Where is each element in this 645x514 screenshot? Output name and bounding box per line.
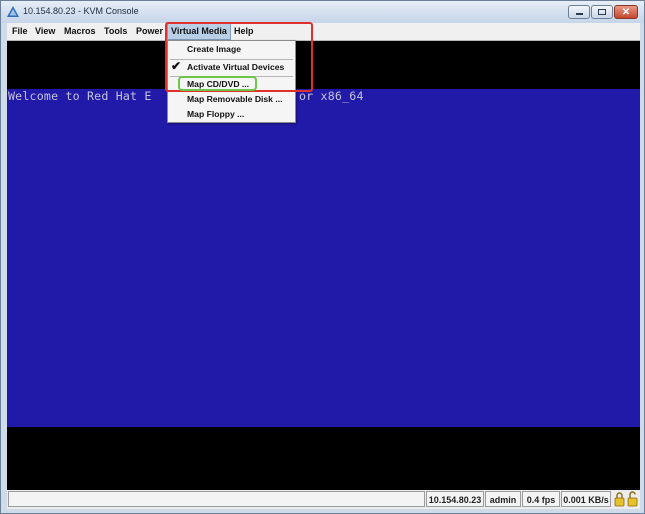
status-rate: 0.001 KB/s bbox=[561, 491, 611, 507]
menu-map-floppy[interactable]: Map Floppy ... bbox=[168, 107, 295, 122]
status-user: admin bbox=[485, 491, 521, 507]
minimize-button[interactable] bbox=[568, 5, 590, 19]
menu-macros[interactable]: Macros bbox=[61, 23, 99, 40]
maximize-button[interactable] bbox=[591, 5, 613, 19]
minimize-icon bbox=[576, 13, 583, 15]
menu-view[interactable]: View bbox=[32, 23, 58, 40]
lock-closed-icon bbox=[614, 492, 625, 507]
console-bottom-area bbox=[7, 427, 640, 490]
annotation-green-box bbox=[178, 76, 257, 91]
lock-open-icon bbox=[627, 491, 638, 507]
menu-bar: File View Macros Tools Power Virtual Med… bbox=[7, 23, 640, 41]
status-message bbox=[8, 491, 425, 507]
kvm-console-window: 10.154.80.23 - KVM Console ✕ File View M… bbox=[0, 0, 645, 514]
console-top-area bbox=[7, 41, 640, 89]
map-removable-disk-label: Map Removable Disk ... bbox=[187, 94, 283, 104]
close-button[interactable]: ✕ bbox=[614, 5, 638, 19]
status-host: 10.154.80.23 bbox=[426, 491, 484, 507]
console-screen[interactable] bbox=[7, 89, 640, 427]
window-controls: ✕ bbox=[568, 5, 638, 21]
status-fps: 0.4 fps bbox=[522, 491, 560, 507]
console-welcome-text-left: Welcome to Red Hat E bbox=[8, 89, 152, 103]
menu-tools[interactable]: Tools bbox=[101, 23, 130, 40]
map-floppy-label: Map Floppy ... bbox=[187, 109, 245, 119]
maximize-icon bbox=[598, 9, 606, 15]
menu-power[interactable]: Power bbox=[133, 23, 166, 40]
status-bar: 10.154.80.23 admin 0.4 fps 0.001 KB/s bbox=[7, 490, 640, 509]
menu-file[interactable]: File bbox=[9, 23, 31, 40]
window-title: 10.154.80.23 - KVM Console bbox=[23, 6, 139, 16]
kvm-triangle-icon bbox=[7, 6, 19, 17]
menu-map-removable-disk[interactable]: Map Removable Disk ... bbox=[168, 92, 295, 107]
title-bar: 10.154.80.23 - KVM Console ✕ bbox=[1, 1, 644, 23]
close-icon: ✕ bbox=[621, 7, 631, 18]
